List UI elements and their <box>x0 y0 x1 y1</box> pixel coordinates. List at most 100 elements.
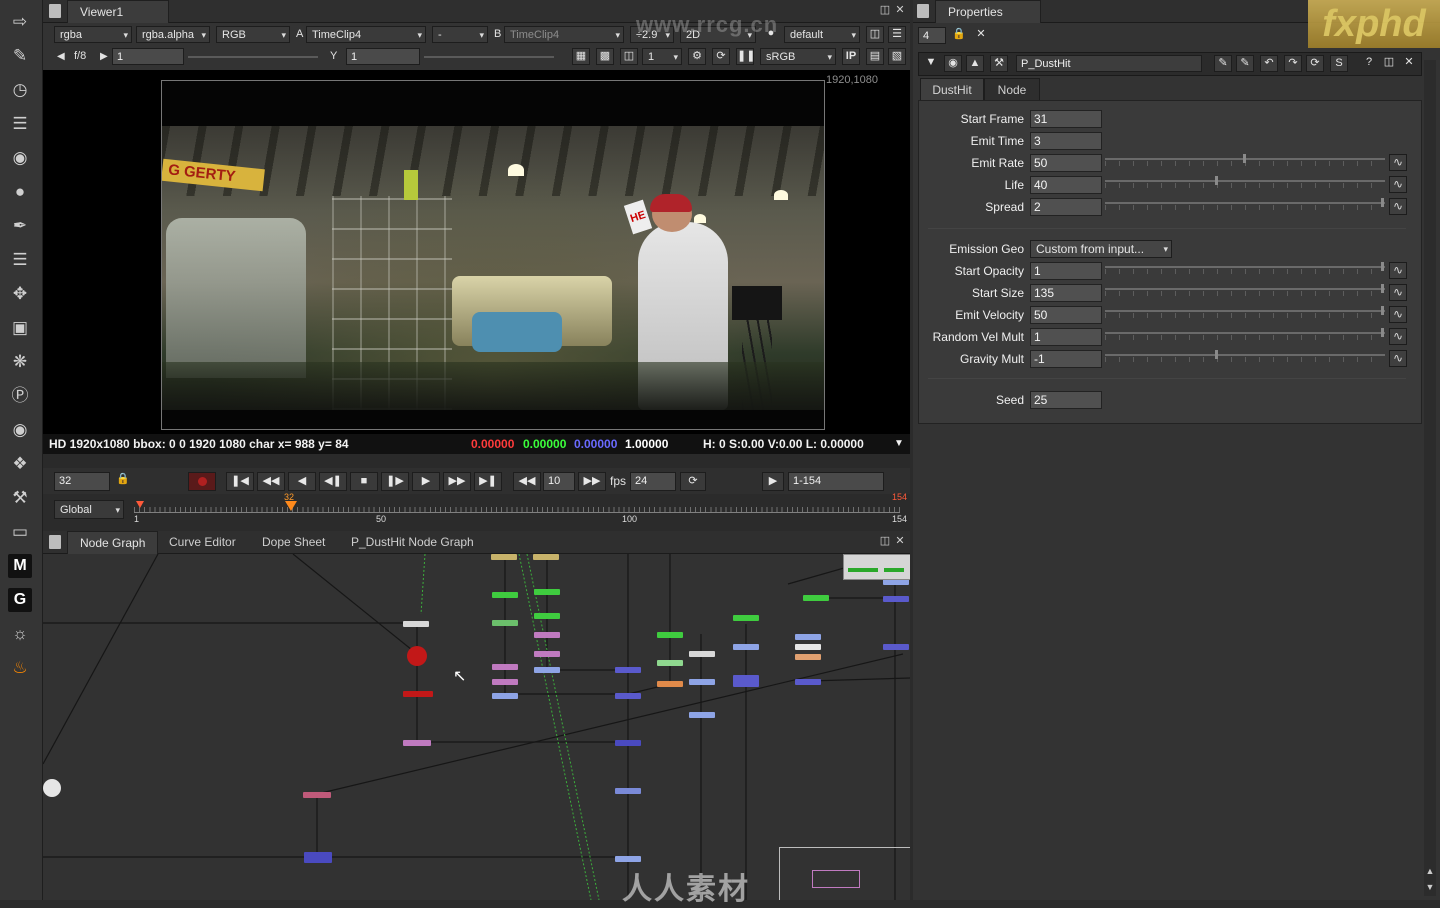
gravity-mult-field[interactable]: -1 <box>1030 350 1102 368</box>
life-slider[interactable] <box>1105 176 1385 194</box>
gamma-slider[interactable] <box>424 56 554 58</box>
tab-dusthit[interactable]: DustHit <box>920 78 984 101</box>
time-icon[interactable]: ◷ <box>8 78 32 102</box>
gain-slider[interactable] <box>188 56 318 58</box>
node-pink-5[interactable] <box>403 740 431 746</box>
gain-field[interactable]: 1 <box>112 48 184 65</box>
fstop-prev-icon[interactable]: ◀ <box>57 48 65 65</box>
revert-icon[interactable]: ⟳ <box>1306 55 1324 72</box>
node-green-8[interactable] <box>803 595 829 601</box>
scroll-up-icon[interactable]: ▲ <box>1424 866 1436 878</box>
in-point-marker[interactable] <box>136 501 144 508</box>
node-green-4[interactable] <box>534 613 560 619</box>
spread-curve-icon[interactable]: ∿ <box>1389 198 1407 215</box>
ip-button[interactable]: IP <box>842 48 860 65</box>
edit-alt-icon[interactable]: ✎ <box>1236 55 1254 72</box>
range-mode-icon[interactable]: ▶ <box>762 472 784 491</box>
tab-viewer1[interactable]: Viewer1 <box>67 0 169 23</box>
3d-icon[interactable]: ▣ <box>8 316 32 340</box>
goto-start-button[interactable]: ❚◀ <box>226 472 254 491</box>
clip-warning-icon[interactable]: ▦ <box>572 48 590 65</box>
start-size-field[interactable]: 135 <box>1030 284 1102 302</box>
node-blue-16[interactable] <box>883 644 909 650</box>
stop-button[interactable]: ■ <box>350 472 378 491</box>
float-panel-icon[interactable]: ◫ <box>879 535 891 547</box>
node-blue-7[interactable] <box>615 856 641 862</box>
image-icon[interactable]: ⇨ <box>8 10 32 34</box>
random-vel-mult-slider[interactable] <box>1105 328 1385 346</box>
node-pink-1[interactable] <box>534 632 560 638</box>
node-green-7[interactable] <box>733 615 759 621</box>
record-button[interactable] <box>188 472 216 491</box>
node-white-2[interactable] <box>689 651 715 657</box>
spread-slider[interactable] <box>1105 198 1385 216</box>
colorspace-dropdown[interactable]: sRGB <box>760 48 836 65</box>
deep-icon[interactable]: Ⓟ <box>8 384 32 408</box>
random-vel-mult-curve-icon[interactable]: ∿ <box>1389 328 1407 345</box>
scroll-down-icon[interactable]: ▼ <box>1424 882 1436 894</box>
start-size-curve-icon[interactable]: ∿ <box>1389 284 1407 301</box>
m-icon[interactable]: M <box>8 554 32 578</box>
node-blue-6[interactable] <box>615 788 641 794</box>
node-blue-11[interactable] <box>733 675 759 687</box>
draw-icon[interactable]: ✎ <box>8 44 32 68</box>
display-channels-dropdown[interactable]: RGB <box>216 26 290 43</box>
node-blue-9[interactable] <box>689 712 715 718</box>
increment-field[interactable]: 10 <box>543 472 575 491</box>
gravity-mult-curve-icon[interactable]: ∿ <box>1389 350 1407 367</box>
pause-icon[interactable]: ❚❚ <box>736 48 755 65</box>
node-red[interactable] <box>403 691 433 697</box>
frame-range-field[interactable]: 1-154 <box>788 472 884 491</box>
node-orange-1[interactable] <box>657 681 683 687</box>
node-particle-emitter[interactable] <box>407 646 427 666</box>
skip-back-button[interactable]: ◀◀ <box>513 472 541 491</box>
skip-forward-button[interactable]: ▶▶ <box>578 472 606 491</box>
emit-rate-slider[interactable] <box>1105 154 1385 172</box>
lock-icon[interactable]: ▤ <box>866 48 884 65</box>
spread-field[interactable]: 2 <box>1030 198 1102 216</box>
close-node-icon[interactable]: ✕ <box>1400 55 1418 72</box>
start-size-slider[interactable] <box>1105 284 1385 302</box>
node-blue-5[interactable] <box>615 740 641 746</box>
current-frame-field[interactable]: 32 <box>54 472 110 491</box>
metadata-icon[interactable]: ❖ <box>8 452 32 476</box>
panel-grip-icon[interactable] <box>49 535 61 549</box>
node-green-5[interactable] <box>657 632 683 638</box>
tab-properties[interactable]: Properties <box>935 0 1041 23</box>
node-dot-white[interactable] <box>403 621 429 627</box>
keyer-icon[interactable]: ✒ <box>8 214 32 238</box>
edit-icon[interactable]: ✎ <box>1214 55 1232 72</box>
node-blue-17[interactable] <box>304 852 332 863</box>
prev-frame-button[interactable]: ◀ <box>288 472 316 491</box>
node-pink-2[interactable] <box>534 651 560 657</box>
next-frame-button[interactable]: ▶ <box>412 472 440 491</box>
input-b-dropdown[interactable]: TimeClip4 <box>504 26 624 43</box>
node-blue-13[interactable] <box>795 679 821 685</box>
emission-geo-dropdown[interactable]: Custom from input... <box>1030 240 1172 258</box>
node-blue-12[interactable] <box>795 634 821 640</box>
navigator-minimap[interactable] <box>843 554 910 580</box>
emit-rate-curve-icon[interactable]: ∿ <box>1389 154 1407 171</box>
panel-grip-icon[interactable] <box>49 4 61 18</box>
roi-icon[interactable]: ◫ <box>866 26 884 43</box>
life-curve-icon[interactable]: ∿ <box>1389 176 1407 193</box>
other-icon[interactable]: ▭ <box>8 520 32 544</box>
toolsets-icon[interactable]: ⚒ <box>8 486 32 510</box>
node-blue-4[interactable] <box>615 693 641 699</box>
plugin-icon[interactable]: ☼ <box>8 622 32 646</box>
node-graph-canvas[interactable]: ↖ <box>43 554 910 900</box>
emit-rate-field[interactable]: 50 <box>1030 154 1102 172</box>
fstop-next-icon[interactable]: ▶ <box>100 48 108 65</box>
node-blue-1[interactable] <box>492 693 518 699</box>
alpha-channel-dropdown[interactable]: rgba.alpha <box>136 26 210 43</box>
node-blue-8[interactable] <box>689 679 715 685</box>
loop-mode-button[interactable]: ⟳ <box>680 472 706 491</box>
start-opacity-slider[interactable] <box>1105 262 1385 280</box>
random-vel-mult-field[interactable]: 1 <box>1030 328 1102 346</box>
proxy-icon[interactable]: ◫ <box>620 48 638 65</box>
viewer-menu-icon[interactable]: ☰ <box>888 26 906 43</box>
roi-toggle-icon[interactable]: ⚙ <box>688 48 706 65</box>
filter-icon[interactable]: ● <box>8 180 32 204</box>
tab-node[interactable]: Node <box>984 78 1040 101</box>
undo-icon[interactable]: ↶ <box>1260 55 1278 72</box>
